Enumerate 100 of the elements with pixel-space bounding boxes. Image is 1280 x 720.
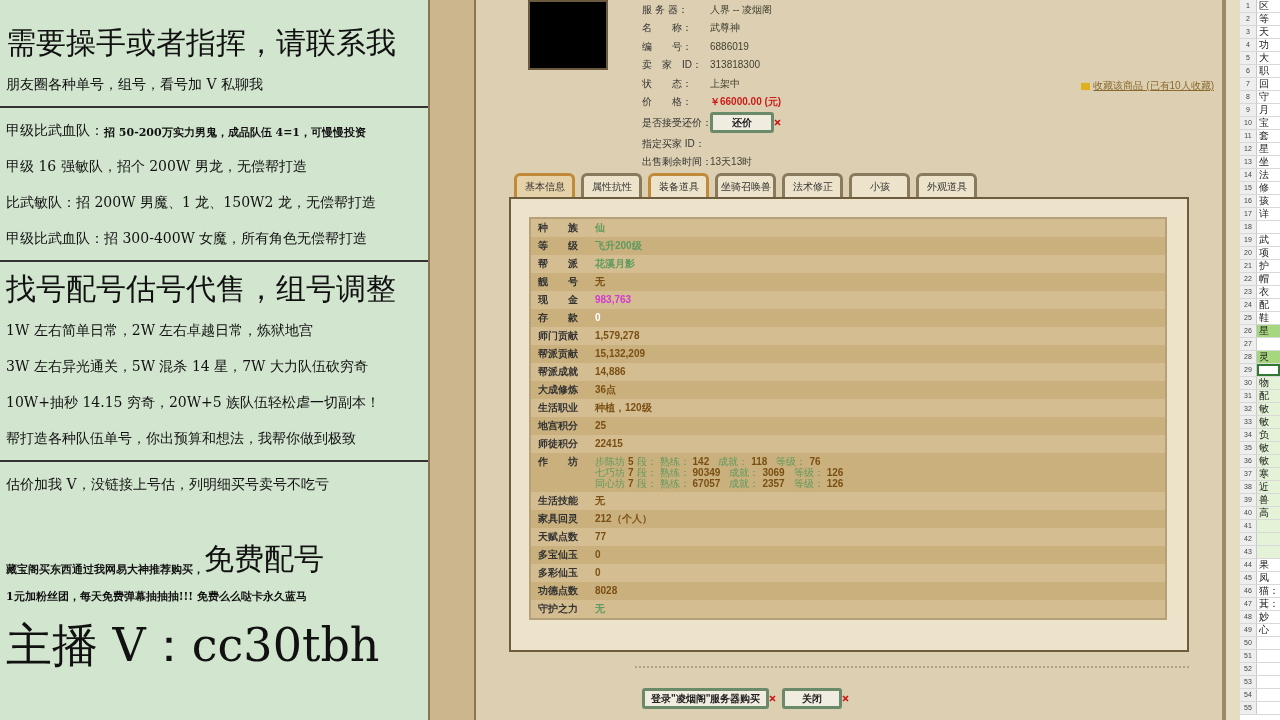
row-label: 天赋点数 <box>538 531 579 543</box>
tab[interactable]: 属性抗性 <box>581 173 642 197</box>
row-value: 无 <box>595 495 605 507</box>
sheet-cell[interactable]: 帽 <box>1257 273 1280 285</box>
sheet-cell[interactable]: 凤 <box>1257 572 1280 584</box>
sheet-cell[interactable]: 护 <box>1257 260 1280 272</box>
sheet-cell[interactable]: 月 <box>1257 104 1280 116</box>
sheet-cell[interactable]: 敏 <box>1257 455 1280 467</box>
buy-button[interactable]: 登录"凌烟阁"服务器购买 <box>642 688 770 709</box>
sheet-cell[interactable]: 星 <box>1257 325 1280 337</box>
tab[interactable]: 外观道具 <box>916 173 977 197</box>
ad-text: 估价加我 V，没链接上号估，列明细买号卖号不吃亏 <box>6 475 329 494</box>
row-label: 师徒积分 <box>538 438 579 450</box>
ad-text: 10W+抽秒 14.15 穷奇，20W+5 族队伍轻松虐一切副本！ <box>6 393 381 412</box>
counter-offer-button[interactable]: 还价 <box>710 112 774 133</box>
sheet-cell[interactable]: 孩 <box>1257 195 1280 207</box>
row-label: 多彩仙玉 <box>538 567 579 579</box>
sheet-cell[interactable]: 修 <box>1257 182 1280 194</box>
field-label: 状 态： <box>642 76 693 91</box>
sheet-cell[interactable]: 守 <box>1257 91 1280 103</box>
sheet-cell[interactable]: 物 <box>1257 377 1280 389</box>
workshop-grade-unit: 段： <box>636 478 657 489</box>
row-value: 0 <box>595 549 601 561</box>
field-value: 6886019 <box>710 39 749 54</box>
sheet-cell[interactable]: 敏 <box>1257 403 1280 415</box>
sheet-cell[interactable]: 项 <box>1257 247 1280 259</box>
sheet-cell[interactable]: 区 <box>1257 0 1280 12</box>
row-value: 983,763 <box>595 294 632 306</box>
tab[interactable]: 法术修正 <box>782 173 843 197</box>
sheet-cell[interactable]: 等 <box>1257 13 1280 25</box>
row-value: 212（个人） <box>595 513 652 525</box>
favorite-link[interactable]: 收藏该商品 (已有10人收藏) <box>1093 80 1214 92</box>
tab[interactable]: 基本信息 <box>514 173 575 197</box>
workshop-name: 步陈坊 <box>595 456 625 467</box>
sheet-cell[interactable] <box>1257 364 1280 376</box>
sheet-cell[interactable]: 近 <box>1257 481 1280 493</box>
stat-label: 成就： <box>729 478 760 489</box>
sheet-cell[interactable]: 宝 <box>1257 117 1280 129</box>
sheet-cell[interactable] <box>1257 533 1280 545</box>
sheet-cell[interactable]: 坐 <box>1257 156 1280 168</box>
close-icon <box>769 695 777 702</box>
sheet-cell[interactable]: 大 <box>1257 52 1280 64</box>
sheet-cell[interactable]: 职 <box>1257 65 1280 77</box>
sheet-cell[interactable]: 衣 <box>1257 286 1280 298</box>
ad-text: 甲级比武血队： <box>6 121 104 140</box>
sheet-cell[interactable]: 法 <box>1257 169 1280 181</box>
sheet-cell[interactable]: 灵 <box>1257 351 1280 363</box>
row-value: 0 <box>595 567 601 579</box>
ad-text: 免费配号 <box>204 541 324 577</box>
ad-text: 藏宝阁买东西通过我网易大神推荐购买， <box>6 563 204 577</box>
stat-value: 126 <box>826 467 844 478</box>
sheet-cell[interactable]: 武 <box>1257 234 1280 246</box>
row-value: 种植，120级 <box>595 402 652 414</box>
close-icon <box>774 119 781 126</box>
ad-text: 1元加粉丝团，每天免费弹幕抽抽抽!!! 免费么么哒卡永久蓝马 <box>6 590 307 604</box>
sheet-cell[interactable]: 兽 <box>1257 494 1280 506</box>
tab[interactable]: 坐骑召唤兽 <box>715 173 776 197</box>
sheet-cell[interactable]: 天 <box>1257 26 1280 38</box>
tab[interactable]: 装备道具 <box>648 173 709 197</box>
field-label: 服 务 器： <box>642 2 689 17</box>
close-button[interactable]: 关闭 <box>782 688 843 709</box>
sheet-cell[interactable] <box>1257 520 1280 532</box>
row-label: 守护之力 <box>538 603 579 615</box>
close-icon <box>842 695 850 702</box>
tab[interactable]: 小孩 <box>849 173 910 197</box>
sheet-cell[interactable]: 负 <box>1257 429 1280 441</box>
sheet-cell[interactable]: 萁： <box>1257 598 1280 610</box>
sheet-cell[interactable]: 回 <box>1257 78 1280 90</box>
stat-value: 76 <box>809 456 821 467</box>
field-label: 编 号： <box>642 39 693 54</box>
sheet-cell[interactable] <box>1257 546 1280 558</box>
sheet-cell[interactable]: 高 <box>1257 507 1280 519</box>
sheet-cell[interactable]: 敏 <box>1257 416 1280 428</box>
row-value: 0 <box>595 312 601 324</box>
sheet-cell[interactable]: 寒 <box>1257 468 1280 480</box>
ad-text: 招 50-200万实力男鬼，成品队伍 4=1，可慢慢投资 <box>104 126 367 140</box>
ad-text: 主播 V：cc30tbh <box>6 617 380 673</box>
sheet-cell[interactable]: 敏 <box>1257 442 1280 454</box>
sheet-cell[interactable]: 果 <box>1257 559 1280 571</box>
row-label: 种 族 <box>538 222 579 234</box>
sheet-cell[interactable]: 妙 <box>1257 611 1280 623</box>
sheet-cell[interactable]: 猫： <box>1257 585 1280 597</box>
field-label: 是否接受还价： <box>642 116 710 130</box>
sheet-cell[interactable]: 鞋 <box>1257 312 1280 324</box>
row-label: 地宫积分 <box>538 420 579 432</box>
sheet-cell[interactable]: 配 <box>1257 299 1280 311</box>
sheet-cell[interactable]: 心 <box>1257 624 1280 636</box>
stat-value: 142 <box>692 456 710 467</box>
workshop-name: 同心坊 <box>595 478 625 489</box>
sheet-cell[interactable]: 详 <box>1257 208 1280 220</box>
sheet-cell[interactable]: 星 <box>1257 143 1280 155</box>
sheet-cell[interactable]: 功 <box>1257 39 1280 51</box>
row-label: 存 款 <box>538 312 579 324</box>
sheet-cell[interactable]: 套 <box>1257 130 1280 142</box>
row-label: 家具回灵 <box>538 513 579 525</box>
stat-label: 成就： <box>729 467 760 478</box>
stat-label: 熟练： <box>659 478 690 489</box>
ad-text: 朋友圈各种单号，组号，看号加 V 私聊我 <box>6 75 263 94</box>
sheet-cell[interactable]: 配 <box>1257 390 1280 402</box>
row-label: 帮派贡献 <box>538 348 579 360</box>
